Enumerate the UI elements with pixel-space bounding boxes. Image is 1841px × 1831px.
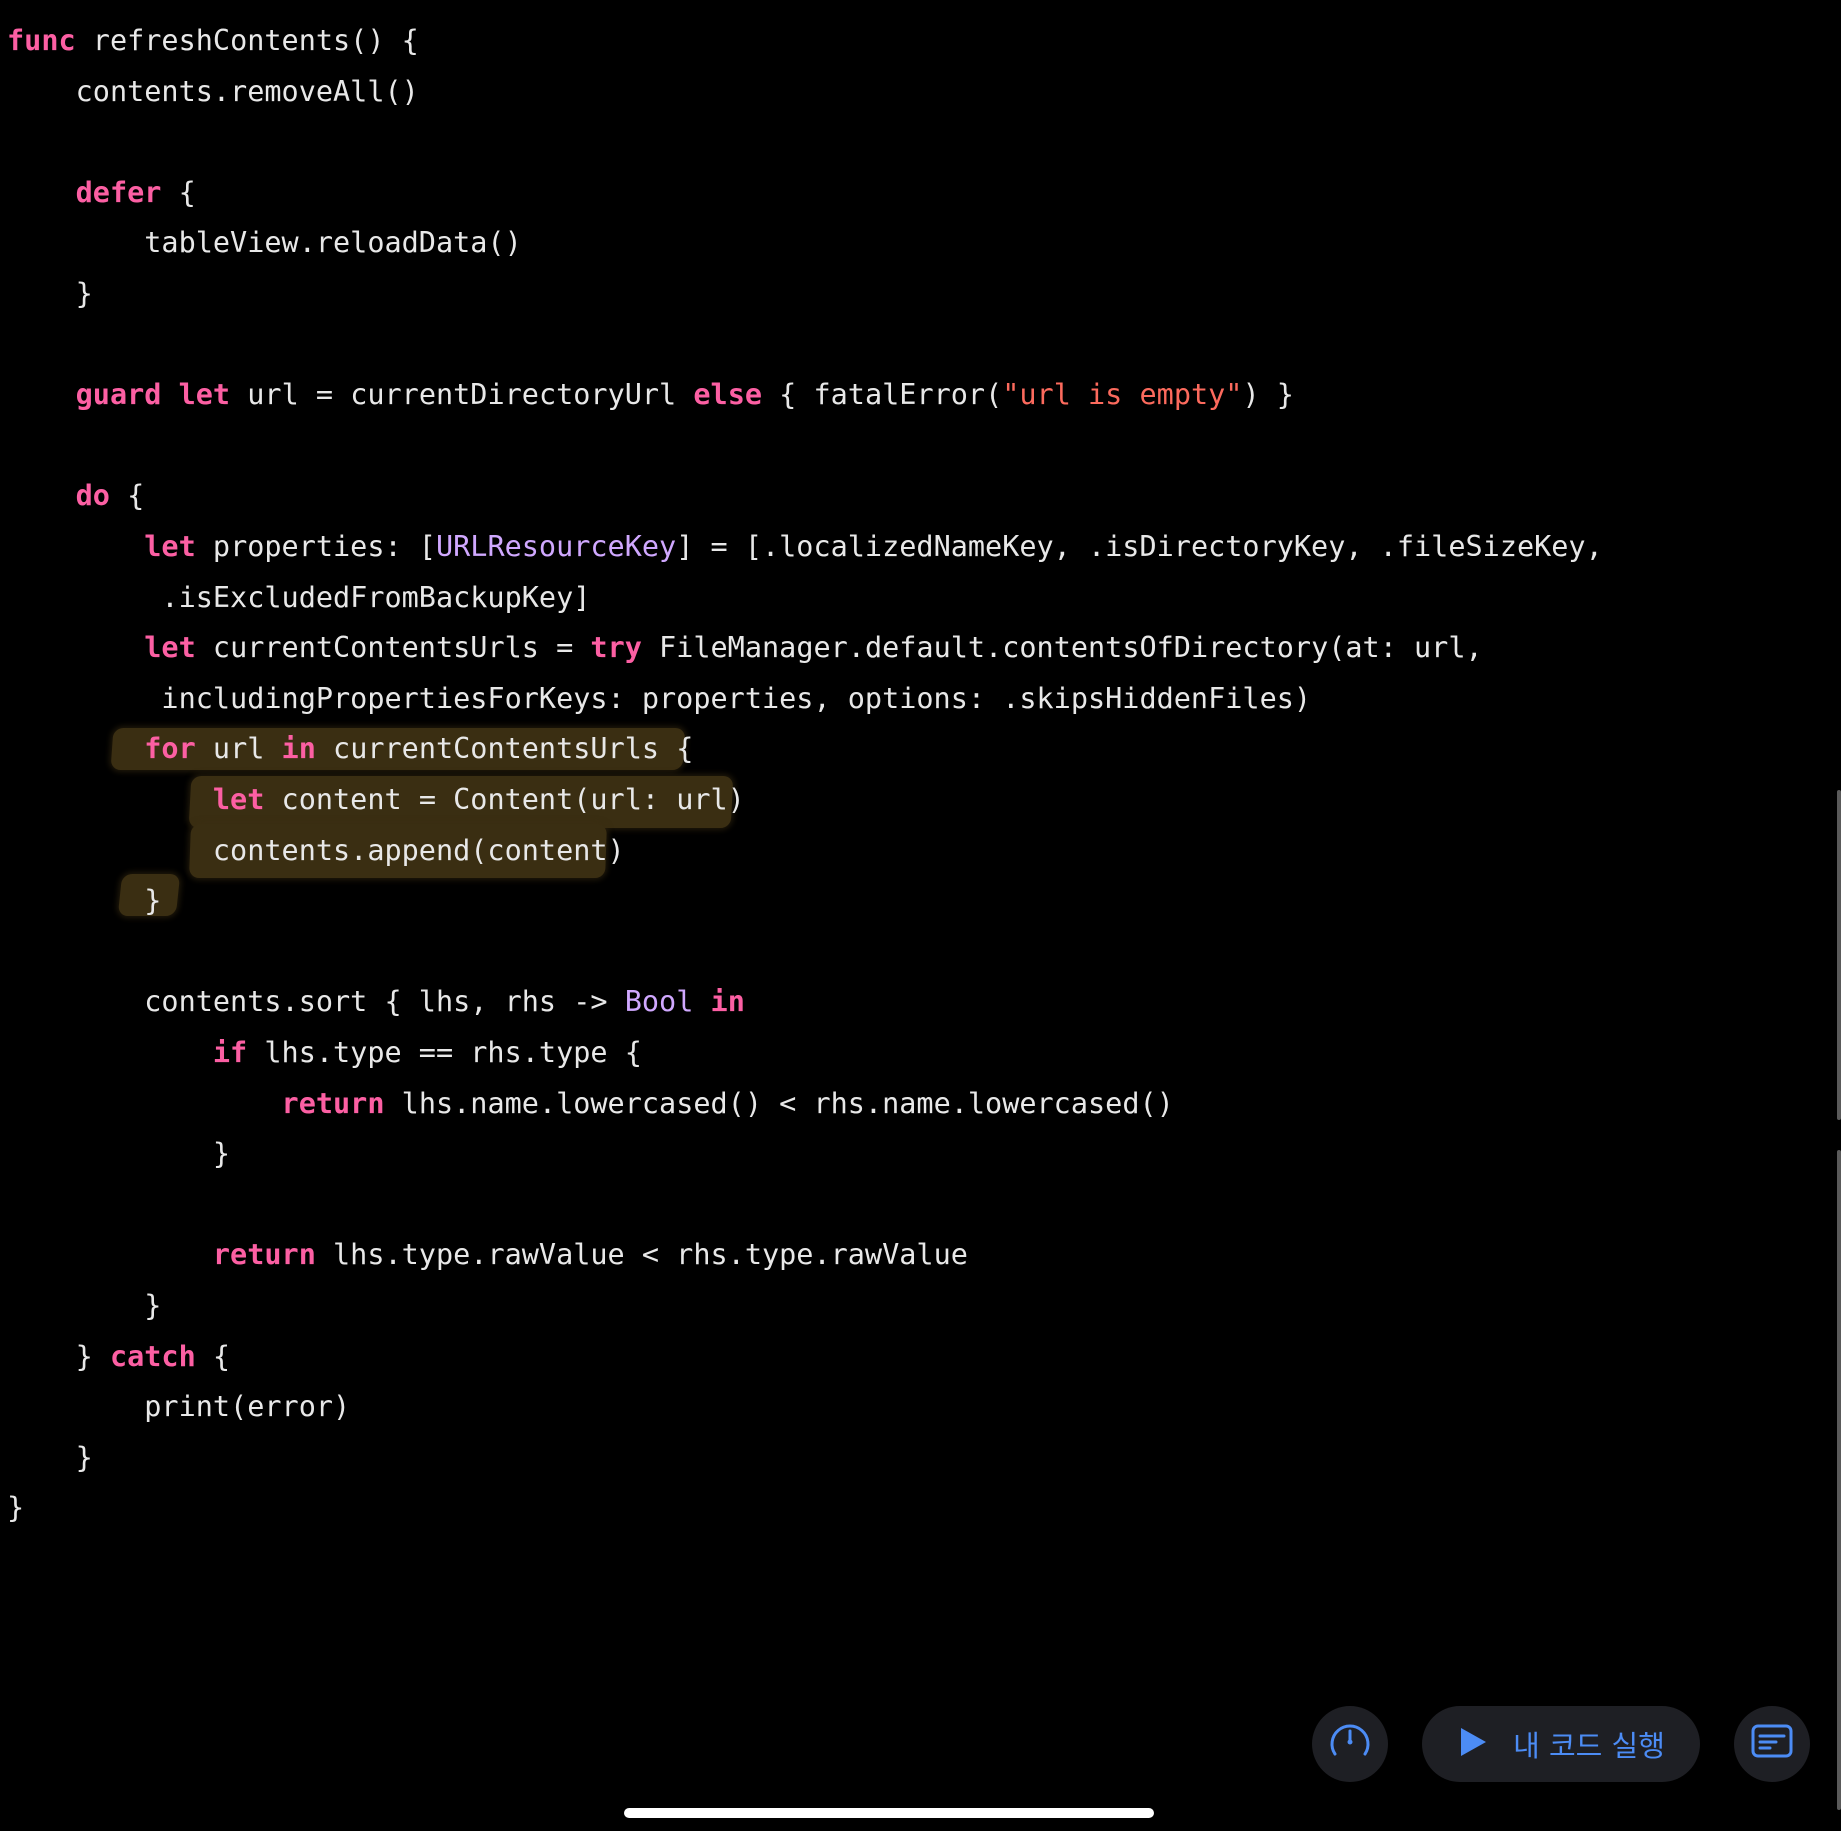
code-token-plain: ) } [1242,378,1294,412]
code-token-plain: } [7,1440,93,1474]
code-token-plain: contents.sort { lhs, rhs -> [7,985,625,1019]
code-token-plain: } [7,1491,25,1525]
code-line[interactable]: } [7,1483,24,1533]
code-line[interactable]: tableView.reloadData() [7,218,522,268]
code-token-type: URLResourceKey [435,530,677,563]
code-token-plain: refreshContents() { [75,24,419,57]
code-token-kw: guard [7,378,162,412]
code-line[interactable]: .isExcludedFromBackupKey] [7,573,590,623]
scroll-indicator[interactable] [1837,1150,1841,1810]
code-line[interactable]: if lhs.type == rhs.type { [7,1028,642,1078]
code-token-plain: url = currentDirectoryUrl [230,378,694,412]
code-line[interactable]: guard let url = currentDirectoryUrl else… [7,370,1294,420]
code-token-plain: currentContentsUrls = [195,631,591,665]
code-line[interactable]: return lhs.name.lowercased() < rhs.name.… [7,1079,1174,1129]
code-line[interactable]: contents.removeAll() [7,67,419,117]
code-token-plain: currentContentsUrls { [315,732,694,766]
scroll-indicator[interactable] [1837,790,1841,1120]
notes-button[interactable] [1734,1706,1810,1782]
code-token-kw: in [281,732,316,766]
code-line[interactable]: } [7,876,161,926]
code-token-plain: .isExcludedFromBackupKey] [7,580,591,614]
code-token-plain: } [7,1137,231,1171]
code-token-type: Bool [624,985,694,1019]
speed-button[interactable] [1312,1706,1388,1782]
code-token-plain: lhs.type == rhs.type { [247,1036,642,1069]
code-line[interactable]: defer { [7,168,196,218]
code-token-plain: tableView.reloadData() [7,226,522,260]
code-line[interactable]: do { [7,471,145,521]
code-token-plain: ] = [.localizedNameKey, .isDirectoryKey,… [676,530,1603,563]
code-token-plain: } [7,1339,110,1373]
code-token-plain: properties: [ [195,530,436,563]
code-line[interactable]: } catch { [7,1332,230,1382]
code-token-plain: FileManager.default.contentsOfDirectory(… [641,631,1483,665]
code-token-plain: includingPropertiesForKeys: properties, … [7,681,1312,715]
code-line[interactable]: for url in currentContentsUrls { [7,724,693,774]
code-line[interactable]: } [7,1281,161,1331]
code-token-kw: let [7,530,196,563]
run-my-code-button[interactable]: 내 코드 실행 [1422,1706,1700,1782]
code-token-plain: url [195,732,282,766]
code-token-plain: contents.append(content) [7,833,625,867]
code-token-plain: } [7,1289,162,1322]
code-token-kw: catch [109,1339,196,1373]
code-token-plain: content = Content(url: url) [264,783,745,816]
playground-screen: func refreshContents() { contents.remove… [0,0,1841,1831]
code-token-kw: func [7,24,76,57]
code-token-kw: try [590,631,642,665]
code-token-kw: in [710,985,745,1019]
code-line[interactable]: let properties: [URLResourceKey] = [.loc… [7,522,1603,572]
code-line[interactable]: return lhs.type.rawValue < rhs.type.rawV… [7,1230,968,1280]
code-token-plain: contents.removeAll() [7,74,419,108]
code-token-kw: let [7,783,265,816]
code-token-kw: if [7,1036,248,1069]
code-token-kw: return [7,1086,385,1120]
code-line[interactable]: let content = Content(url: url) [7,775,745,825]
code-token-plain: print(error) [7,1390,351,1424]
code-token-kw: let [178,378,231,412]
code-token-kw: let [7,631,196,665]
code-line[interactable]: } [7,1129,230,1179]
code-token-kw: else [693,378,763,412]
code-token-plain: } [7,277,93,310]
code-token-kw: defer [7,175,162,209]
code-token-kw: return [7,1238,316,1272]
run-button-label: 내 코드 실행 [1513,1729,1665,1763]
code-token-plain: { fatalError( [762,378,1003,412]
code-line[interactable]: func refreshContents() { [7,16,419,66]
code-token-str: "url is empty" [1002,378,1243,412]
code-token-plain: { [195,1339,231,1373]
code-line[interactable]: print(error) [7,1382,350,1432]
code-line[interactable]: contents.append(content) [7,826,625,876]
code-token-kw: for [7,732,196,766]
code-line[interactable]: } [7,269,93,319]
code-token-plain: } [7,884,162,918]
code-token-plain: lhs.type.rawValue < rhs.type.rawValue [315,1238,968,1272]
code-line[interactable]: contents.sort { lhs, rhs -> Bool in [7,977,745,1027]
code-token-plain: { [161,175,196,209]
play-icon [1457,1725,1489,1764]
code-token-kw: do [7,479,110,513]
code-token-plain: lhs.name.lowercased() < rhs.name.lowerca… [384,1086,1174,1120]
document-icon [1750,1722,1794,1767]
code-token-plain: { [109,479,145,513]
code-line[interactable]: } [7,1433,93,1483]
code-line[interactable]: let currentContentsUrls = try FileManage… [7,623,1483,673]
speedometer-icon [1326,1718,1374,1771]
code-line[interactable]: includingPropertiesForKeys: properties, … [7,674,1311,724]
home-indicator[interactable] [624,1808,1154,1818]
